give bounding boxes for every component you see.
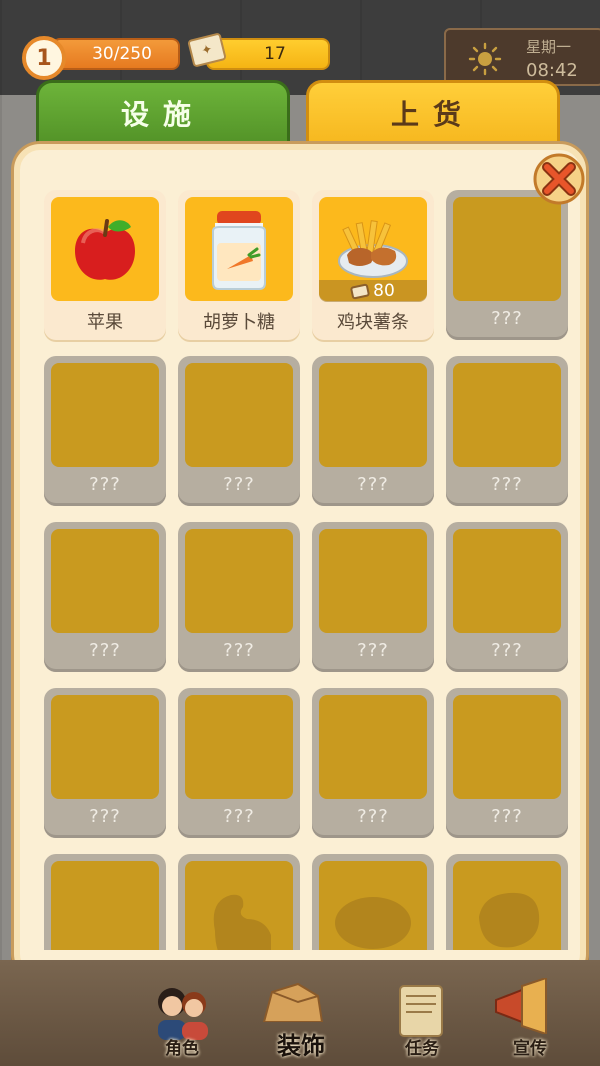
stock-panel: 苹果 胡萝卜糖 80 鸡块薯条 ??? ??? ??? ??? ??? ??? …	[14, 144, 586, 980]
item-card-locked[interactable]: ???	[178, 688, 300, 838]
nav-promo-label: 宣传	[513, 1039, 547, 1059]
item-image-placeholder	[51, 529, 159, 633]
item-card-locked[interactable]: ???	[44, 688, 166, 838]
item-name: ???	[491, 806, 523, 827]
item-name: ???	[357, 640, 389, 661]
item-image-placeholder	[453, 861, 561, 950]
item-image-placeholder	[319, 529, 427, 633]
item-name: 苹果	[87, 312, 123, 333]
item-name: ???	[89, 640, 121, 661]
item-image-placeholder	[185, 529, 293, 633]
weekday-label: 星期一	[526, 38, 572, 56]
item-name: ???	[89, 806, 121, 827]
megaphone-icon	[495, 978, 547, 1034]
item-name: ???	[491, 308, 523, 329]
item-grid: 苹果 胡萝卜糖 80 鸡块薯条 ??? ??? ??? ??? ??? ??? …	[44, 190, 574, 950]
item-name: ???	[223, 474, 255, 495]
scroll-icon	[399, 985, 443, 1037]
item-image-placeholder	[319, 363, 427, 467]
close-icon[interactable]	[532, 152, 586, 206]
item-silhouette-icon	[213, 894, 271, 950]
apple-icon	[75, 219, 135, 280]
item-card[interactable]: 苹果	[44, 190, 166, 340]
item-name: ???	[223, 640, 255, 661]
item-name: 胡萝卜糖	[203, 312, 275, 333]
item-card-locked[interactable]: ???	[446, 356, 568, 506]
item-card-locked[interactable]: ???	[44, 356, 166, 506]
item-card-locked[interactable]: ???	[44, 522, 166, 672]
item-image-placeholder	[453, 363, 561, 467]
item-name: ???	[491, 640, 523, 661]
item-card-locked[interactable]: ???	[312, 522, 434, 672]
characters-icon	[158, 988, 208, 1040]
nav-decor-label: 装饰	[277, 1032, 325, 1060]
nav-tasks-label: 任务	[405, 1039, 439, 1059]
xp-text: 30/250	[92, 44, 152, 64]
item-card-locked[interactable]: ???	[178, 522, 300, 672]
tab-stock-label: 上货	[390, 98, 475, 131]
item-card-locked[interactable]: ???	[446, 190, 568, 340]
level-badge: 1	[22, 36, 66, 80]
item-image-placeholder	[453, 197, 561, 301]
tab-facilities-label: 设施	[120, 98, 205, 131]
item-card-locked[interactable]	[446, 854, 568, 950]
nav-tasks[interactable]: 任务	[400, 1034, 444, 1059]
item-card[interactable]: 80 鸡块薯条	[312, 190, 434, 340]
item-name: ???	[491, 474, 523, 495]
sun-icon	[468, 42, 502, 76]
price-tag: 80	[319, 280, 427, 302]
nav-characters[interactable]: 角色	[160, 1034, 204, 1059]
item-image-placeholder	[185, 363, 293, 467]
item-card-locked[interactable]	[178, 854, 300, 950]
item-card-locked[interactable]	[44, 854, 166, 950]
item-image-placeholder	[51, 695, 159, 799]
item-image-placeholder	[453, 529, 561, 633]
time-label: 08:42	[526, 60, 578, 81]
item-silhouette-icon	[335, 897, 411, 949]
item-card-locked[interactable]: ???	[446, 522, 568, 672]
item-card-locked[interactable]	[312, 854, 434, 950]
ticket-icon	[350, 282, 371, 300]
nav-decor[interactable]: 装饰	[266, 1026, 336, 1061]
xp-bar: 30/250	[52, 38, 180, 70]
item-image-placeholder	[51, 861, 159, 950]
item-image-placeholder	[185, 861, 293, 950]
decor-icon	[262, 982, 324, 1022]
item-image-placeholder	[51, 363, 159, 467]
item-name: ???	[89, 474, 121, 495]
nav-promo[interactable]: 宣传	[508, 1034, 552, 1059]
item-image-placeholder	[185, 695, 293, 799]
item-card-locked[interactable]: ???	[312, 688, 434, 838]
item-name: 鸡块薯条	[337, 312, 409, 333]
item-price: 80	[373, 281, 395, 301]
item-image	[51, 197, 159, 301]
nav-characters-label: 角色	[165, 1039, 199, 1059]
item-name: ???	[357, 474, 389, 495]
item-image-placeholder	[453, 695, 561, 799]
item-image-placeholder	[319, 861, 427, 950]
item-card-locked[interactable]: ???	[178, 356, 300, 506]
item-card[interactable]: 胡萝卜糖	[178, 190, 300, 340]
item-name: ???	[357, 806, 389, 827]
item-name: ???	[223, 806, 255, 827]
item-image-placeholder	[319, 695, 427, 799]
item-card-locked[interactable]: ???	[446, 688, 568, 838]
item-silhouette-icon	[479, 892, 540, 948]
ticket-count: 17	[264, 44, 286, 64]
item-card-locked[interactable]: ???	[312, 356, 434, 506]
carrot-candy-jar-icon	[212, 211, 266, 290]
clock-panel: 星期一 08:42	[444, 28, 600, 86]
item-image	[185, 197, 293, 301]
